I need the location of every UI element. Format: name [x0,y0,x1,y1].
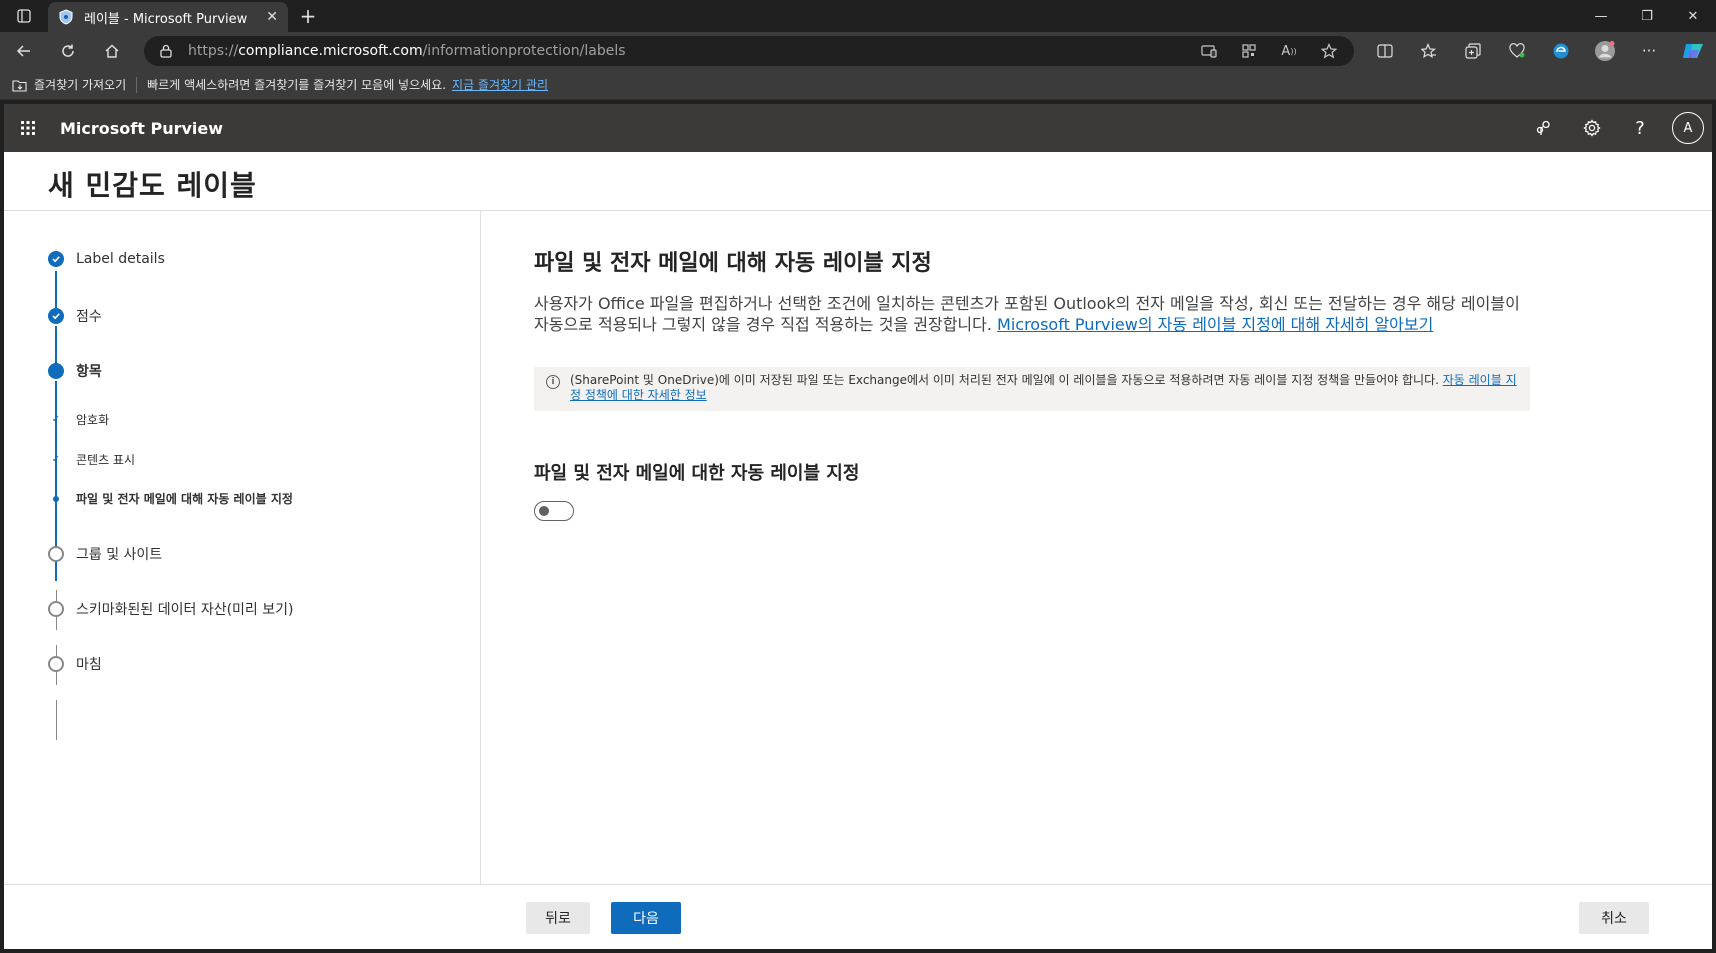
favorites-bar: 즐겨찾기 가져오기 빠르게 액세스하려면 즐겨찾기를 즐겨찾기 모음에 넣으세요… [0,70,1716,100]
small-check-icon: ✓ [51,454,61,465]
app-launcher-icon[interactable] [4,104,52,152]
url-text: https://compliance.microsoft.com/informa… [188,43,626,59]
step-score[interactable]: 점수 [48,306,102,326]
favorites-icon[interactable] [1407,34,1451,68]
step-label: 그룹 및 사이트 [76,547,163,563]
browser-nav-bar: https://compliance.microsoft.com/informa… [0,32,1716,70]
auto-label-toggle[interactable] [534,501,574,521]
purview-shield-icon [58,9,74,25]
cancel-button[interactable]: 취소 [1579,902,1649,934]
lock-icon[interactable] [158,44,174,58]
browser-tab-bar: 레이블 - Microsoft Purview ✕ + — ❐ ✕ [0,0,1716,32]
step-label: 파일 및 전자 메일에 대해 자동 레이블 지정 [76,492,293,506]
back-button[interactable]: 뒤로 [526,902,590,934]
step-label: 마침 [76,657,102,673]
contact-support-icon[interactable] [1524,108,1564,148]
refresh-icon[interactable] [48,34,88,68]
step-groups-sites[interactable]: 그룹 및 사이트 [48,544,162,564]
browser-essentials-icon[interactable] [1495,34,1539,68]
minimize-icon[interactable]: — [1578,0,1624,32]
step-items[interactable]: 항목 [48,361,102,381]
profile-avatar-icon[interactable] [1583,34,1627,68]
toggle-knob [539,506,549,516]
learn-more-link[interactable]: Microsoft Purview의 자동 레이블 지정에 대해 자세히 알아보… [997,315,1433,334]
browser-tab-active[interactable]: 레이블 - Microsoft Purview ✕ [48,2,288,32]
favorites-import-label: 즐겨찾기 가져오기 [34,78,127,92]
favorites-import-button[interactable]: 즐겨찾기 가져오기 [12,76,126,93]
pending-step-icon [48,656,64,672]
step-label: 점수 [76,309,102,325]
section-title: 파일 및 전자 메일에 대해 자동 레이블 지정 [534,251,932,276]
tab-close-icon[interactable]: ✕ [266,9,278,25]
favorite-star-icon[interactable] [1314,38,1344,64]
settings-gear-icon[interactable] [1572,108,1612,148]
checkmark-icon [48,308,64,324]
page-title: 새 민감도 레이블 [48,169,257,202]
pending-step-icon [48,546,64,562]
auto-label-heading: 파일 및 전자 메일에 대한 자동 레이블 지정 [534,463,860,484]
help-icon[interactable]: ? [1620,108,1660,148]
step-label-details[interactable]: Label details [48,251,165,267]
section-description: 사용자가 Office 파일을 편집하거나 선택한 조건에 일치하는 콘텐츠가 … [534,294,1520,334]
suite-actions: ? A [1524,104,1704,152]
edge-app-icon[interactable] [1539,34,1583,68]
address-bar-actions: A)) [1194,36,1344,66]
user-avatar[interactable]: A [1672,112,1704,144]
tab-title: 레이블 - Microsoft Purview [84,11,248,27]
collections-icon[interactable] [1451,34,1495,68]
step-connector [56,700,57,740]
substep-encryption[interactable]: ✓ 암호화 [48,411,109,428]
address-bar[interactable]: https://compliance.microsoft.com/informa… [144,36,1354,66]
step-connector [55,326,57,366]
pending-step-icon [48,601,64,617]
split-screen-icon[interactable] [1363,34,1407,68]
step-label: 스키마화된된 데이터 자산(미리 보기) [76,602,294,618]
info-text: (SharePoint 및 OneDrive)에 이미 저장된 파일 또는 Ex… [570,373,1443,387]
checkmark-icon [48,251,64,267]
small-check-icon: ✓ [51,414,61,425]
window-controls: — ❐ ✕ [1578,0,1716,32]
step-finish[interactable]: 마침 [48,654,102,674]
import-favorites-icon [12,79,27,92]
read-aloud-icon[interactable]: A)) [1274,38,1304,64]
current-substep-dot-icon [48,491,64,507]
favorites-separator [136,76,138,93]
new-tab-icon[interactable]: + [288,0,328,32]
current-step-icon [48,363,64,379]
app-available-icon[interactable] [1194,38,1224,64]
purview-app: Microsoft Purview ? A 새 민감도 레이블 Label de… [4,104,1712,949]
substep-auto-labeling[interactable]: 파일 및 전자 메일에 대해 자동 레이블 지정 [48,490,293,507]
step-label: 콘텐츠 표시 [76,453,136,467]
brand-name[interactable]: Microsoft Purview [60,119,223,138]
next-button[interactable]: 다음 [611,902,681,934]
home-icon[interactable] [92,34,132,68]
favorites-manage-link[interactable]: 지금 즐겨찾기 관리 [452,76,548,93]
back-arrow-icon[interactable] [4,34,44,68]
window-close-icon[interactable]: ✕ [1670,0,1716,32]
substep-content-marking[interactable]: ✓ 콘텐츠 표시 [48,451,135,468]
tab-actions-icon[interactable] [0,0,48,32]
suite-header: Microsoft Purview ? A [4,104,1712,152]
more-options-icon[interactable]: ··· [1627,34,1671,68]
wizard-footer: 뒤로 다음 취소 [4,884,1712,949]
browser-toolbar-right: ··· [1363,32,1715,70]
wizard-steps: Label details 점수 항목 ✓ 암호화 ✓ 콘텐츠 표시 파일 및 … [4,211,481,885]
step-label: 암호화 [76,413,110,427]
qr-code-icon[interactable] [1234,38,1264,64]
step-connector [55,271,57,311]
info-icon: i [546,375,560,389]
restore-icon[interactable]: ❐ [1624,0,1670,32]
info-message-bar: i (SharePoint 및 OneDrive)에 이미 저장된 파일 또는 … [534,367,1530,411]
step-schematized-data[interactable]: 스키마화된된 데이터 자산(미리 보기) [48,599,293,619]
step-label: 항목 [76,364,102,380]
step-label: Label details [76,251,165,267]
copilot-icon[interactable] [1671,34,1715,68]
favorites-hint-text: 빠르게 액세스하려면 즐겨찾기를 즐겨찾기 모음에 넣으세요. [147,78,447,92]
